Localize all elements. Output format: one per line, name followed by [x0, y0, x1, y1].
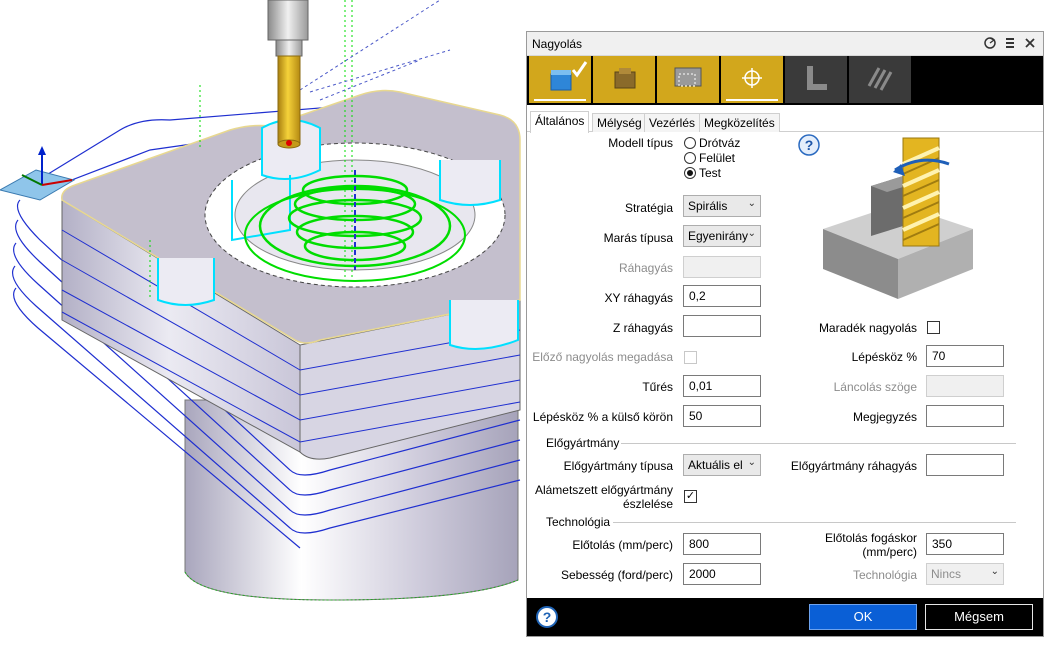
ok-button[interactable]: OK	[809, 604, 917, 630]
allowance-input[interactable]	[683, 256, 761, 278]
tab-bar: Általános Mélység Vezérlés Megközelítés	[527, 111, 1043, 133]
prev-roughing-checkbox[interactable]	[684, 351, 697, 364]
milling-type-label: Marás típusa	[603, 231, 673, 245]
cad-viewport[interactable]	[0, 0, 526, 652]
outer-stepover-input[interactable]	[683, 405, 761, 427]
target-toolbar-button[interactable]	[721, 56, 783, 103]
chaining-angle-label: Láncolás szöge	[833, 380, 917, 394]
tab-approach[interactable]: Megközelítés	[699, 113, 780, 132]
radio-solid-label: Test	[699, 166, 722, 180]
target-icon	[742, 68, 762, 88]
corner-toolbar-button[interactable]	[785, 56, 847, 103]
chevron-down-icon: ⌄	[747, 198, 756, 209]
stock-toolbar-button[interactable]	[593, 56, 655, 103]
note-label: Megjegyzés	[852, 410, 917, 424]
radio-surface[interactable]	[684, 152, 696, 164]
operation-toolbar	[527, 56, 1043, 105]
technology-label: Technológia	[852, 568, 917, 582]
pin-icon[interactable]	[982, 35, 998, 51]
stepover-input[interactable]	[926, 345, 1004, 367]
svg-text:?: ?	[805, 137, 814, 153]
speed-input[interactable]	[683, 563, 761, 585]
chevron-down-icon: ⌄	[747, 228, 756, 239]
strategy-label: Stratégia	[624, 201, 673, 215]
chevron-down-icon: ⌄	[990, 566, 999, 577]
default-stock-label-line1: Alámetszett előgyártmány	[534, 483, 673, 497]
tech-section-title: Technológia	[546, 515, 611, 529]
corner-icon	[807, 66, 827, 90]
region-toolbar-button[interactable]	[657, 56, 719, 103]
default-stock-label-line2: észlelése	[622, 497, 673, 511]
pocket-toolbar-button[interactable]	[529, 56, 591, 103]
stock-section-title: Előgyártmány	[546, 436, 620, 450]
stepover-label: Lépésköz %	[851, 350, 917, 364]
z-allowance-input[interactable]	[683, 315, 761, 337]
radio-solid[interactable]	[684, 167, 696, 179]
tab-depth[interactable]: Mélység	[592, 113, 647, 132]
strategy-select[interactable]: Spirális ⌄	[683, 195, 761, 217]
zigzag-toolbar-button[interactable]	[849, 56, 911, 103]
allowance-label: Ráhagyás	[618, 261, 673, 275]
stock-type-label: Előgyártmány típusa	[563, 459, 673, 473]
stock-type-select[interactable]: Aktuális el ⌄	[683, 454, 761, 476]
stock-allowance-input[interactable]	[926, 454, 1004, 476]
default-stock-checkbox[interactable]: ✓	[684, 490, 697, 503]
tool-illustration	[823, 134, 973, 300]
model-type-label: Modell típus	[608, 136, 673, 150]
stock-box-icon	[614, 68, 636, 89]
feed-label: Előtolás (mm/perc)	[572, 538, 673, 552]
tab-general[interactable]: Általános	[530, 111, 590, 133]
plunge-feed-input[interactable]	[926, 533, 1004, 555]
checkmark-icon: ✓	[685, 490, 696, 502]
prev-roughing-label: Előző nagyolás megadása	[532, 350, 673, 364]
radio-wireframe[interactable]	[684, 137, 696, 149]
zigzag-icon	[867, 67, 893, 91]
radio-wireframe-label: Drótváz	[699, 136, 741, 150]
dialog-titlebar[interactable]: Nagyolás	[527, 32, 1043, 56]
tab-control[interactable]: Vezérlés	[644, 113, 701, 132]
radio-surface-label: Felület	[699, 151, 736, 165]
xy-allowance-input[interactable]	[683, 285, 761, 307]
stock-allowance-label: Előgyártmány ráhagyás	[790, 459, 917, 473]
note-input[interactable]	[926, 405, 1004, 427]
tolerance-label: Tűrés	[642, 380, 673, 394]
region-icon	[674, 67, 702, 87]
close-icon[interactable]	[1022, 35, 1038, 51]
plunge-feed-label-line2: (mm/perc)	[862, 545, 917, 559]
speed-label: Sebesség (ford/perc)	[560, 568, 673, 582]
rest-roughing-checkbox[interactable]	[927, 321, 940, 334]
model-canvas[interactable]	[0, 0, 526, 652]
menu-icon[interactable]	[1002, 35, 1018, 51]
z-allowance-label: Z ráhagyás	[612, 321, 673, 335]
pocket-icon	[550, 61, 588, 91]
xy-allowance-label: XY ráhagyás	[604, 291, 674, 305]
chaining-angle-input[interactable]	[926, 375, 1004, 397]
help-icon[interactable]: ?	[797, 133, 821, 157]
help-button[interactable]: ?	[536, 606, 558, 628]
stock-divider	[621, 443, 1016, 444]
dialog-title: Nagyolás	[532, 37, 583, 51]
tech-divider	[613, 522, 1016, 523]
technology-select[interactable]: Nincs ⌄	[926, 563, 1004, 585]
outer-stepover-label: Lépésköz % a külső körön	[532, 410, 673, 424]
cancel-button[interactable]: Mégsem	[925, 604, 1033, 630]
chevron-down-icon: ⌄	[747, 457, 756, 468]
milling-type-select[interactable]: Egyenirány ⌄	[683, 225, 761, 247]
dialog-footer: ? OK Mégsem	[527, 598, 1043, 636]
rest-roughing-label: Maradék nagyolás	[818, 321, 917, 335]
tolerance-input[interactable]	[683, 375, 761, 397]
plunge-feed-label-line1: Előtolás fogáskor	[824, 531, 917, 545]
feed-input[interactable]	[683, 533, 761, 555]
roughing-dialog: Nagyolás Általános Mélység Vezérlés Megk…	[526, 31, 1044, 637]
